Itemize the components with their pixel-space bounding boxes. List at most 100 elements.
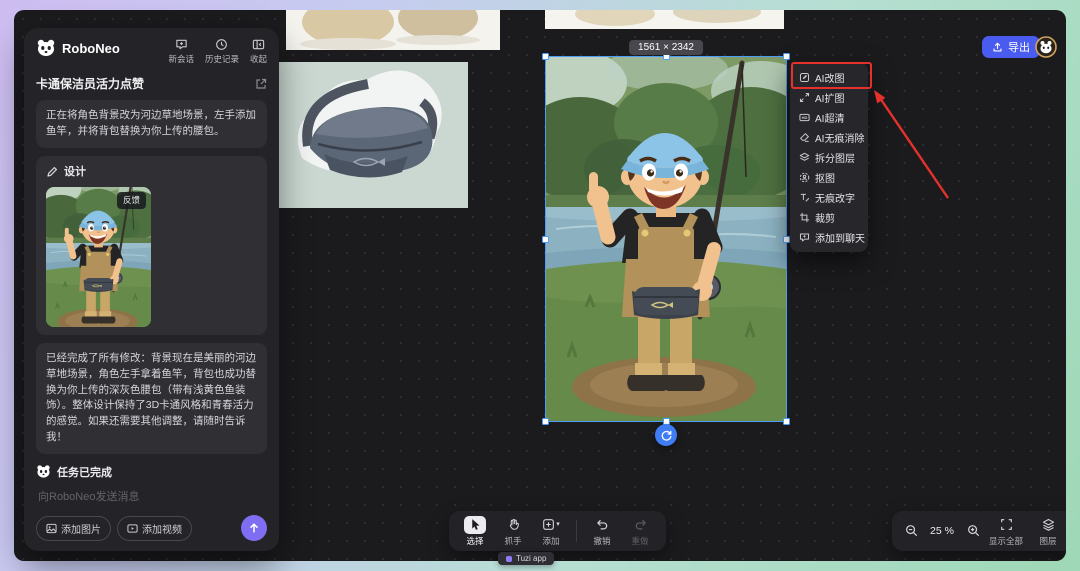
avatar-panda-icon (1035, 36, 1057, 58)
eraser-icon (799, 132, 810, 143)
regenerate-button[interactable] (655, 424, 677, 446)
design-pen-icon (46, 166, 58, 178)
zoom-toolbar: 25 % 显示全部 图层 (892, 511, 1066, 551)
send-button[interactable] (241, 515, 267, 541)
zoom-out-icon (905, 524, 918, 537)
context-menu-item-cutout[interactable]: 抠图 (794, 167, 864, 187)
context-menu-label: 添加到聊天 (815, 230, 865, 245)
redo-icon (629, 516, 651, 534)
share-icon[interactable] (255, 78, 267, 90)
watermark-icon (506, 556, 512, 562)
design-thumbnail[interactable]: 反馈 (46, 187, 151, 327)
waist-bag-photo (272, 62, 468, 208)
selection-handle-bottom-right[interactable] (783, 418, 790, 425)
send-arrow-icon (248, 522, 260, 534)
tool-label: 抓手 (504, 535, 521, 547)
context-menu: AI改图 AI扩图 HD AI超清 AI无痕消除 拆分图层 抠图 (790, 62, 868, 252)
button-label: 添加视频 (142, 521, 182, 536)
design-card: 设计 反馈 (36, 156, 267, 336)
tool-label: 选择 (466, 535, 483, 547)
selection-frame[interactable] (545, 56, 787, 422)
tool-label: 重做 (631, 535, 648, 547)
task-status: 任务已完成 (36, 464, 267, 480)
zoom-level: 25 % (926, 525, 958, 537)
layers-button[interactable]: 图层 (1030, 516, 1066, 547)
zoom-in-icon (967, 524, 980, 537)
message-input[interactable] (36, 487, 267, 515)
svg-text:HD: HD (802, 115, 808, 120)
brand-name: RoboNeo (62, 41, 120, 56)
toolbar-divider (576, 520, 577, 542)
result-message: 已经完成了所有修改：背景现在是美丽的河边草地场景，角色左手拿着鱼竿，背包也成功替… (36, 343, 267, 454)
panda-logo-icon (36, 38, 56, 58)
image-icon (46, 523, 57, 534)
selection-handle-top-right[interactable] (783, 53, 790, 60)
collapse-panel-icon (252, 38, 265, 51)
context-menu-item-ai-expand[interactable]: AI扩图 (794, 87, 864, 107)
context-menu-item-split-layers[interactable]: 拆分图层 (794, 147, 864, 167)
add-square-icon: ▾ (540, 516, 562, 534)
canvas-image-products-top-right[interactable] (545, 10, 784, 29)
tool-undo[interactable]: 撤销 (584, 516, 620, 547)
tool-add[interactable]: ▾ 添加 (533, 516, 569, 547)
add-image-button[interactable]: 添加图片 (36, 516, 111, 541)
export-button[interactable]: 导出 (982, 36, 1040, 58)
collapse-button[interactable]: 收起 (250, 38, 267, 65)
tool-label: 添加 (542, 535, 559, 547)
action-label: 收起 (250, 53, 267, 65)
session-title: 卡通保洁员活力点赞 (36, 75, 144, 92)
selection-handle-middle-right[interactable] (783, 236, 790, 243)
tool-select[interactable]: 选择 (457, 516, 493, 547)
context-menu-item-ai-edit[interactable]: AI改图 (794, 67, 864, 87)
canvas-image-character-selected[interactable] (546, 57, 786, 421)
context-menu-item-ai-upscale[interactable]: HD AI超清 (794, 107, 864, 127)
clock-icon (215, 38, 228, 51)
products-photo (286, 10, 500, 50)
history-button[interactable]: 历史记录 (205, 38, 239, 65)
canvas-image-waist-bag[interactable] (272, 62, 468, 208)
zoom-in-button[interactable] (964, 522, 982, 540)
products-photo-2 (545, 10, 784, 29)
export-icon (992, 42, 1003, 53)
tool-label: 图层 (1039, 535, 1056, 547)
chat-sidebar: RoboNeo 新会话 历史记录 收起 卡通保洁员活力点赞 (24, 28, 279, 551)
context-menu-label: 拆分图层 (815, 150, 855, 165)
selection-handle-bottom-left[interactable] (542, 418, 549, 425)
fit-screen-icon (995, 516, 1017, 534)
composer: 添加图片 添加视频 (36, 487, 267, 541)
show-all-button[interactable]: 显示全部 (988, 516, 1024, 547)
feedback-badge[interactable]: 反馈 (117, 192, 146, 209)
cutout-icon (799, 172, 810, 183)
bottom-toolbar: 选择 抓手 ▾ 添加 撤销 重做 (449, 511, 666, 551)
context-menu-label: AI超清 (815, 110, 844, 125)
chat-bubble-icon (799, 232, 810, 243)
context-menu-item-add-to-chat[interactable]: 添加到聊天 (794, 227, 864, 247)
text-edit-icon (799, 192, 810, 203)
context-menu-label: AI无痕消除 (815, 130, 864, 145)
ai-expand-icon (799, 92, 810, 103)
add-video-button[interactable]: 添加视频 (117, 516, 192, 541)
tool-redo[interactable]: 重做 (622, 516, 658, 547)
context-menu-item-ai-remove[interactable]: AI无痕消除 (794, 127, 864, 147)
selection-handle-top-left[interactable] (542, 53, 549, 60)
user-avatar[interactable] (1035, 36, 1057, 58)
hand-icon (502, 516, 524, 534)
selection-handle-middle-left[interactable] (542, 236, 549, 243)
canvas-image-products-top[interactable] (286, 10, 500, 50)
context-menu-label: 无痕改字 (815, 190, 855, 205)
character-illustration (546, 57, 786, 421)
context-menu-item-text-edit[interactable]: 无痕改字 (794, 187, 864, 207)
ai-edit-icon (799, 72, 810, 83)
app-logo: RoboNeo (36, 38, 120, 58)
new-session-button[interactable]: 新会话 (168, 38, 194, 65)
context-menu-label: AI改图 (815, 70, 844, 85)
tool-hand[interactable]: 抓手 (495, 516, 531, 547)
refresh-icon (660, 429, 673, 442)
context-menu-item-crop[interactable]: 裁剪 (794, 207, 864, 227)
selection-dimensions-label: 1561 × 2342 (629, 40, 703, 55)
app-window: 1561 × 2342 AI改图 AI扩图 HD AI超清 AI无痕消除 (0, 0, 1080, 571)
chevron-down-icon: ▾ (556, 521, 560, 528)
button-label: 添加图片 (61, 521, 101, 536)
video-icon (127, 523, 138, 534)
zoom-out-button[interactable] (902, 522, 920, 540)
